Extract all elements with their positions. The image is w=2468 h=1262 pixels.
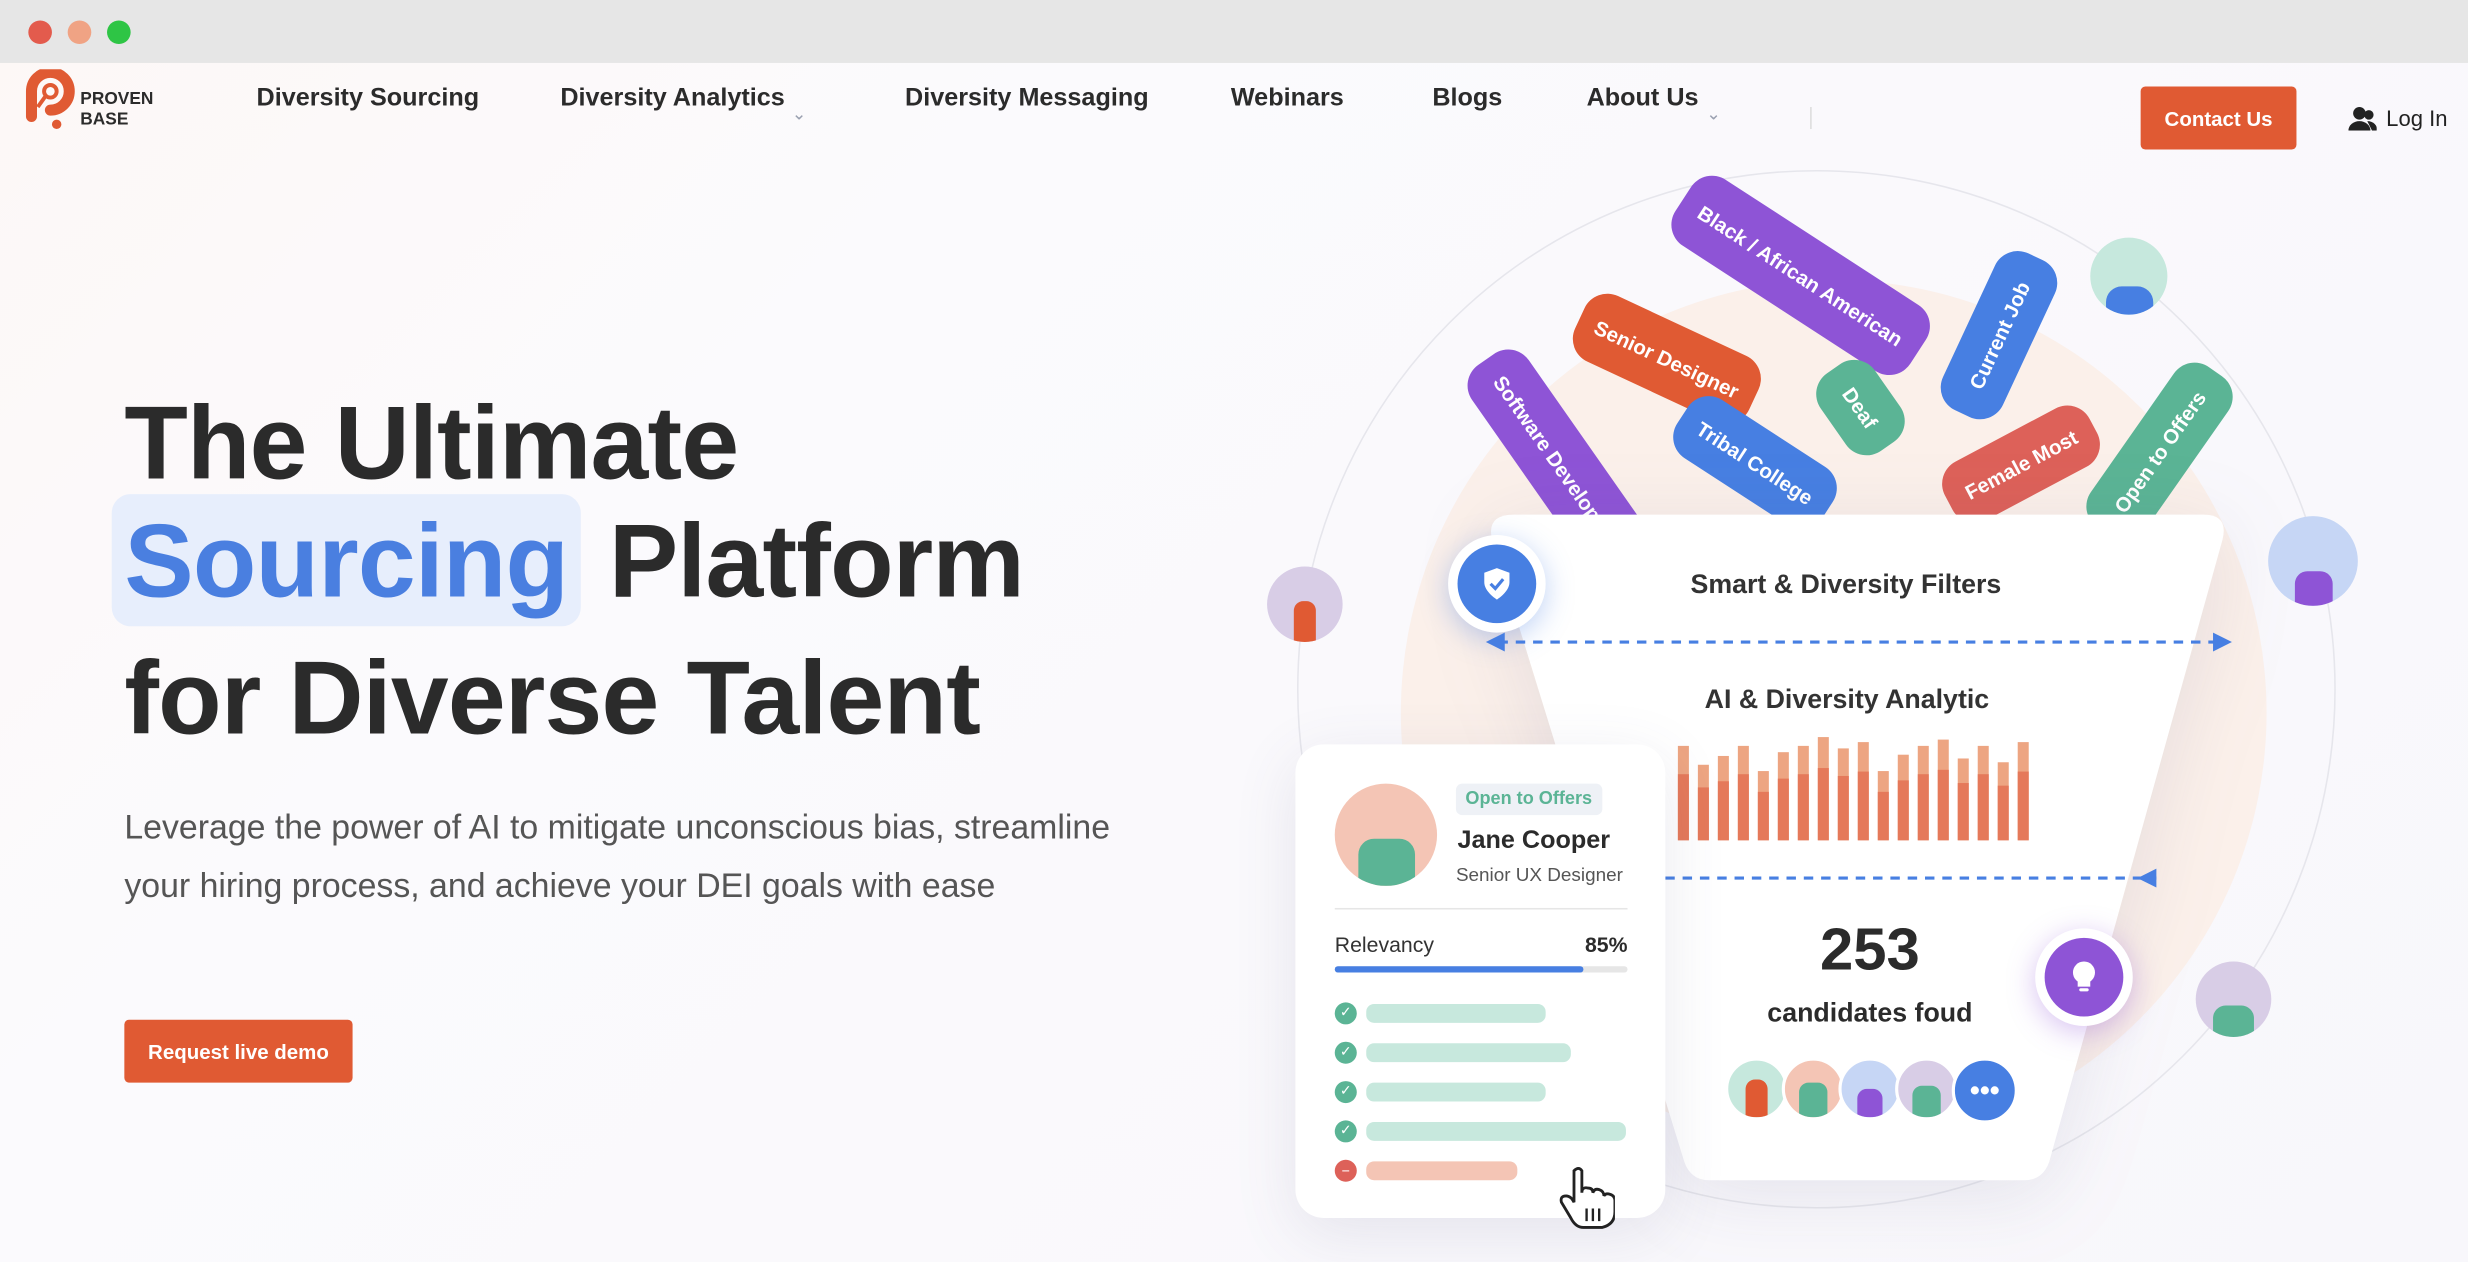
- avatar: [1838, 1057, 1902, 1121]
- check-circle-icon: ✓: [1334, 1080, 1357, 1103]
- minus-circle-icon: −: [1334, 1158, 1357, 1181]
- avatar: [1781, 1057, 1845, 1121]
- analytics-bar: [1717, 781, 1729, 841]
- analytics-label: AI & Diversity Analytic: [1704, 684, 1990, 715]
- candidate-count-label: candidates foud: [1767, 997, 1973, 1028]
- analytics-bar: [1757, 791, 1769, 841]
- candidate-role: Senior UX Designer: [1455, 863, 1623, 886]
- hero-title-highlight: Sourcing: [111, 494, 581, 627]
- avatar: [1725, 1057, 1789, 1121]
- nav-divider: [1810, 107, 1812, 130]
- hero-description: Leverage the power of AI to mitigate unc…: [124, 808, 1111, 905]
- analytics-bar: [1857, 771, 1869, 841]
- avatar: [1267, 566, 1343, 643]
- analytics-bar: [1797, 774, 1809, 841]
- contact-us-button[interactable]: Contact Us: [2140, 86, 2297, 150]
- analytics-bar: [1737, 774, 1749, 841]
- candidate-name: Jane Cooper: [1457, 827, 1611, 855]
- candidate-avatar: [1334, 783, 1438, 886]
- criteria-bar: [1366, 1081, 1546, 1101]
- more-candidates-button[interactable]: •••: [1951, 1057, 2018, 1124]
- shield-badge: [1448, 535, 1546, 633]
- lightbulb-icon: [2072, 961, 2095, 992]
- analytics-bar: [1957, 783, 1969, 841]
- relevancy-label: Relevancy: [1334, 933, 1434, 957]
- shield-check-icon: [1484, 568, 1510, 600]
- criteria-bar: [1366, 1160, 1517, 1180]
- hero-title-line1: The Ultimate: [124, 383, 739, 501]
- minimize-window-button[interactable]: [67, 20, 92, 45]
- maximize-window-button[interactable]: [107, 20, 131, 45]
- login-link[interactable]: Log In: [2348, 105, 2448, 131]
- close-window-button[interactable]: [28, 20, 52, 45]
- analytics-bar: [2017, 771, 2029, 841]
- analytics-bar: [1937, 769, 1949, 841]
- avatar: [1895, 1057, 1959, 1121]
- analytics-bar: [1817, 768, 1829, 841]
- logo-text-line2: BASE: [80, 110, 129, 130]
- status-badge: Open to Offers: [1455, 783, 1602, 816]
- analytics-bar: [1897, 780, 1909, 841]
- analytics-bar: [1917, 774, 1929, 841]
- lightbulb-badge: [2035, 928, 2133, 1026]
- divider: [1334, 907, 1628, 910]
- nav-about-us[interactable]: About Us: [1587, 85, 1699, 113]
- criteria-row: ✓: [1334, 1111, 1628, 1150]
- check-circle-icon: ✓: [1334, 1001, 1357, 1024]
- nav-diversity-messaging[interactable]: Diversity Messaging: [905, 85, 1149, 113]
- criteria-bar: [1366, 1003, 1546, 1023]
- candidate-profile-card[interactable]: Open to Offers Jane Cooper Senior UX Des…: [1295, 744, 1666, 1218]
- hero-title-line2: Sourcing Platform: [111, 494, 1025, 627]
- criteria-bar: [1366, 1042, 1572, 1062]
- analytics-bar: [1877, 791, 1889, 841]
- ellipsis-icon: •••: [1969, 1073, 2000, 1106]
- nav-webinars[interactable]: Webinars: [1231, 85, 1344, 113]
- avatar: [2090, 237, 2168, 315]
- analytics-bar: [1677, 774, 1689, 841]
- candidate-avatars: •••: [1725, 1057, 2018, 1124]
- candidate-count: 253: [1820, 917, 1920, 984]
- check-circle-icon: ✓: [1334, 1119, 1357, 1142]
- criteria-row: ✓: [1334, 1032, 1628, 1071]
- logo-text-line1: PROVEN: [80, 89, 154, 109]
- window-titlebar: [0, 0, 2468, 63]
- analytics-bar: [1777, 778, 1789, 841]
- request-demo-button[interactable]: Request live demo: [124, 1019, 353, 1083]
- analytics-bar: [1977, 774, 1989, 841]
- hero-title-line2-rest: Platform: [608, 501, 1025, 619]
- login-label: Log In: [2386, 105, 2448, 131]
- filters-label: Smart & Diversity Filters: [1690, 569, 2002, 600]
- analytics-bar: [1697, 787, 1709, 841]
- relevancy-value: 85%: [1584, 933, 1628, 957]
- nav-diversity-sourcing[interactable]: Diversity Sourcing: [257, 85, 480, 113]
- avatar: [2268, 516, 2358, 606]
- logo[interactable]: PROVEN BASE: [25, 69, 182, 132]
- hero-title-line3: for Diverse Talent: [124, 638, 981, 756]
- avatar: [2195, 961, 2272, 1038]
- criteria-row: ✓: [1334, 1072, 1628, 1111]
- relevancy-progress: [1334, 966, 1628, 973]
- user-icon: [2348, 107, 2377, 131]
- nav-diversity-analytics[interactable]: Diversity Analytics: [560, 85, 784, 113]
- logo-mark-icon: [25, 69, 75, 130]
- analytics-bar: [1997, 785, 2009, 841]
- criteria-row: ✓: [1334, 993, 1628, 1032]
- chevron-down-icon[interactable]: ⌄: [1706, 104, 1721, 124]
- chevron-down-icon[interactable]: ⌄: [792, 104, 807, 124]
- nav-blogs[interactable]: Blogs: [1432, 85, 1502, 113]
- check-circle-icon: ✓: [1334, 1040, 1357, 1063]
- criteria-bar: [1366, 1121, 1626, 1141]
- hand-cursor-icon: [1559, 1166, 1615, 1229]
- analytics-bar: [1837, 775, 1849, 841]
